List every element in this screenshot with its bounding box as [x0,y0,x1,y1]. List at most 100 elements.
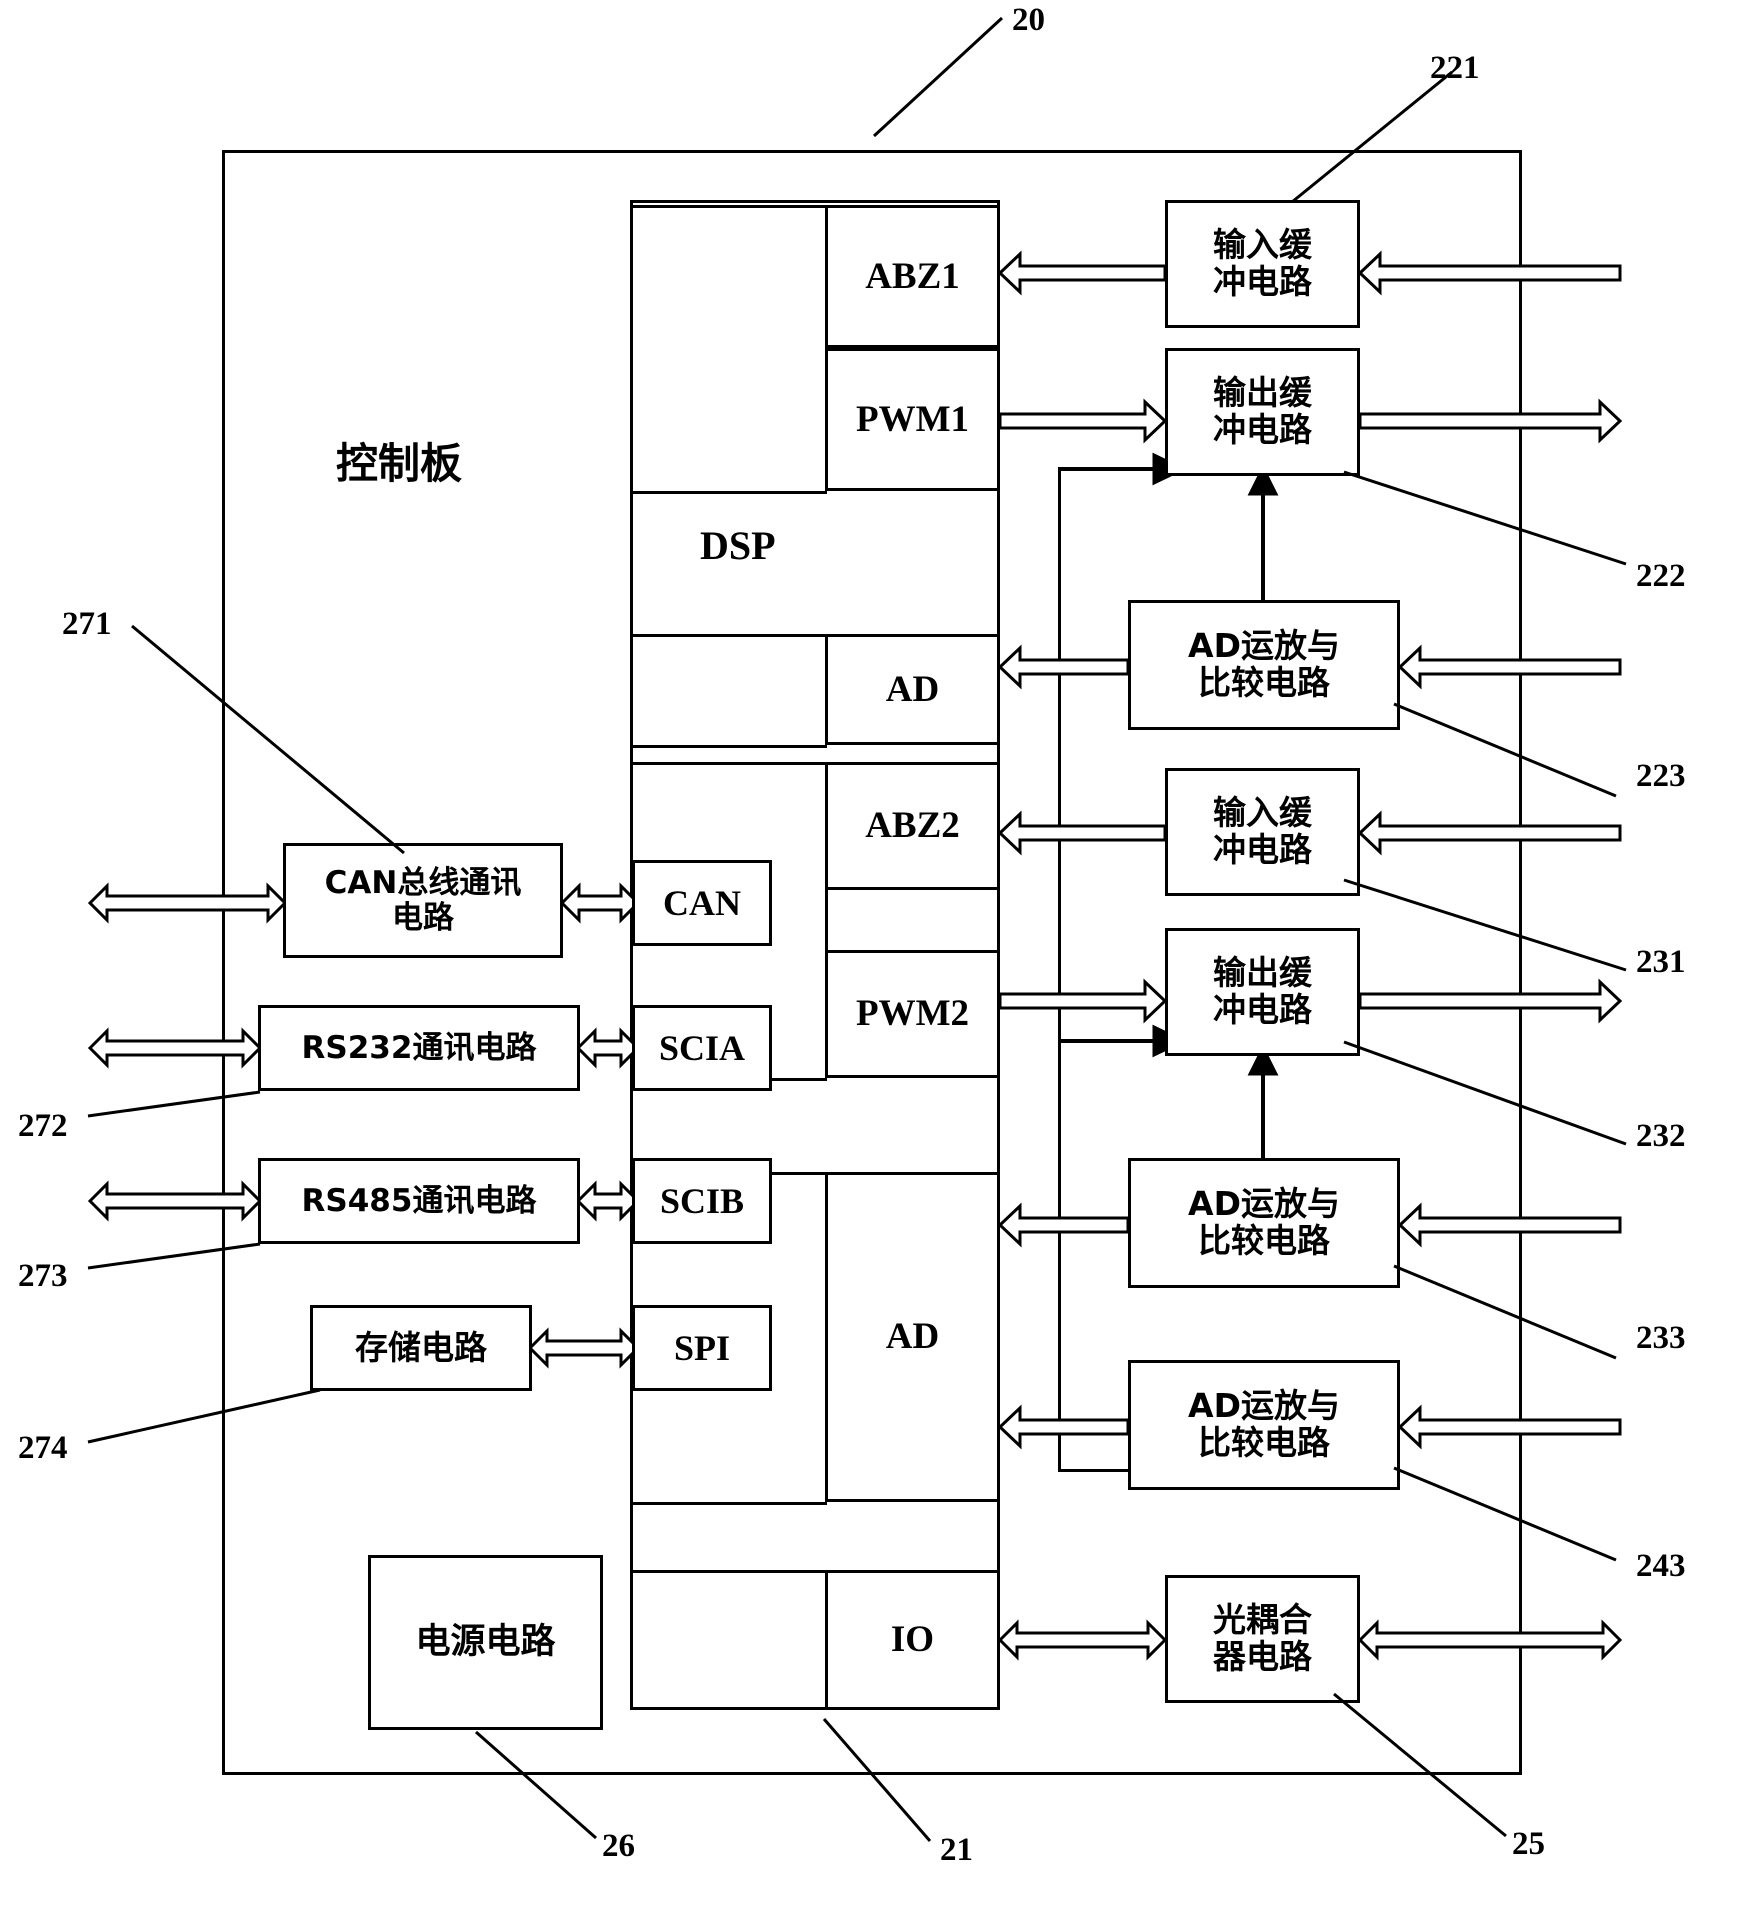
block-can-comm: CAN总线通讯 电路 [283,843,563,958]
arrow-pwm1-to-outputbuf1 [998,398,1168,444]
dsp-label: DSP [700,523,776,568]
block-input-buffer-2-label: 输入缓 冲电路 [1213,793,1312,869]
ref-num-231: 231 [1636,944,1686,980]
ref-num-221: 221 [1430,50,1480,86]
leader-line-25 [1333,1692,1507,1838]
stub-adtop-top [630,634,827,637]
dsp-port-pwm2-label: PWM2 [855,993,970,1035]
block-storage: 存储电路 [310,1305,532,1391]
block-power: 电源电路 [368,1555,603,1730]
arrow-inputbuf2-to-abz2 [997,810,1167,856]
dsp-port-scia: SCIA [632,1005,772,1091]
arrow-external-rs232 [87,1025,263,1071]
block-rs485-comm-label: RS485通讯电路 [301,1182,537,1219]
dsp-port-ad-top-label: AD [885,668,940,710]
block-output-buffer-2: 输出缓 冲电路 [1165,928,1360,1056]
dsp-port-ad-top: AD [825,634,1000,745]
ref-num-25: 25 [1512,1826,1545,1862]
arrow-adamp3-to-admain [997,1404,1130,1450]
arrow-outputbuf2-to-external [1358,978,1623,1024]
dsp-port-spi: SPI [632,1305,772,1391]
block-rs232-comm-label: RS232通讯电路 [301,1029,537,1066]
leader-line-232 [1343,1040,1627,1146]
block-ad-amp-3-label: AD运放与 比较电路 [1188,1386,1340,1462]
arrow-optocoupler-to-external [1357,1617,1623,1663]
arrow-external-rs485 [87,1178,263,1224]
arrow-external-to-inputbuf1 [1357,250,1622,296]
block-can-comm-label: CAN总线通讯 电路 [324,864,522,936]
block-ad-amp-2: AD运放与 比较电路 [1128,1158,1400,1288]
dsp-port-can-label: CAN [663,882,741,923]
ref-num-232: 232 [1636,1118,1686,1154]
ref-num-272: 272 [18,1108,68,1144]
ref-num-21: 21 [940,1832,973,1868]
stub-pwm1-bottom [630,491,827,494]
dsp-port-scia-label: SCIA [658,1027,746,1068]
dsp-port-io: IO [825,1570,1000,1710]
leader-line-221 [1291,70,1453,204]
arrow-rs485-to-scib [575,1178,641,1224]
dsp-port-ad-main-label: AD [885,1316,940,1358]
ref-num-233: 233 [1636,1320,1686,1356]
leader-line-20 [872,16,1004,138]
block-power-label: 电源电路 [415,1621,556,1662]
leader-line-26 [475,1730,597,1840]
block-optocoupler: 光耦合 器电路 [1165,1575,1360,1703]
block-ad-amp-3: AD运放与 比较电路 [1128,1360,1400,1490]
arrow-pwm2-to-outputbuf2 [998,978,1168,1024]
arrow-adamp1-to-ad [997,644,1130,690]
block-rs232-comm: RS232通讯电路 [258,1005,580,1091]
patent-block-diagram: 控制板 20 DSP 21 ABZ1 PWM1 AD ABZ2 PWM2 AD … [0,0,1754,1907]
stub-abz2-top [630,762,827,765]
arrow-inputbuf1-to-abz1 [997,250,1167,296]
stub-admain-bottom [630,1502,827,1505]
leader-line-243 [1393,1466,1617,1562]
control-board-label: 控制板 [336,439,463,488]
dsp-port-pwm1: PWM1 [825,348,1000,491]
ref-num-223: 223 [1636,758,1686,794]
ref-num-271: 271 [62,606,112,642]
dsp-port-pwm1-label: PWM1 [855,398,970,440]
block-input-buffer-1: 输入缓 冲电路 [1165,200,1360,328]
leader-line-271 [131,624,405,855]
dsp-port-scib: SCIB [632,1158,772,1244]
ref-num-222: 222 [1636,558,1686,594]
arrow-feedback-adamp2-to-outputbuf2 [1247,1044,1279,1166]
arrow-rs232-to-scia [575,1025,641,1071]
block-input-buffer-2: 输入缓 冲电路 [1165,768,1360,896]
block-output-buffer-1-label: 输出缓 冲电路 [1213,373,1312,449]
leader-line-233 [1393,1264,1617,1360]
arrow-adamp2-to-admain [997,1202,1130,1248]
leader-line-273 [87,1242,261,1270]
stub-io-top [630,1570,827,1573]
leader-line-21 [822,1718,932,1842]
dsp-port-abz1-label: ABZ1 [865,255,960,297]
arrow-feedback-adamp1-to-outputbuf1 [1247,464,1279,608]
leader-line-274 [87,1388,321,1444]
dsp-port-io-label: IO [890,1619,935,1661]
ref-num-20: 20 [1012,2,1045,38]
dsp-port-scib-label: SCIB [659,1180,745,1221]
arrow-external-to-adamp2 [1397,1202,1622,1248]
arrow-outputbuf1-to-external [1358,398,1623,444]
ref-num-273: 273 [18,1258,68,1294]
arrow-external-to-adamp1 [1397,644,1622,690]
arrow-storage-to-spi [527,1325,641,1371]
ref-num-26: 26 [602,1828,635,1864]
block-ad-amp-2-label: AD运放与 比较电路 [1188,1184,1340,1260]
block-ad-amp-1: AD运放与 比较电路 [1128,600,1400,730]
trunk-vertical-line [1058,469,1061,1469]
dsp-port-can: CAN [632,860,772,946]
block-ad-amp-1-label: AD运放与 比较电路 [1188,626,1340,702]
arrow-io-to-optocoupler [997,1617,1168,1663]
arrow-external-can [87,880,288,926]
ref-num-243: 243 [1636,1548,1686,1584]
dsp-port-abz2-label: ABZ2 [865,805,960,847]
arrow-external-to-adamp3 [1397,1404,1622,1450]
arrow-external-to-inputbuf2 [1357,810,1622,856]
block-output-buffer-1: 输出缓 冲电路 [1165,348,1360,476]
leader-line-223 [1393,702,1617,798]
leader-line-222 [1343,470,1627,566]
dsp-port-spi-label: SPI [673,1327,731,1368]
dsp-port-ad-main: AD [825,1172,1000,1502]
